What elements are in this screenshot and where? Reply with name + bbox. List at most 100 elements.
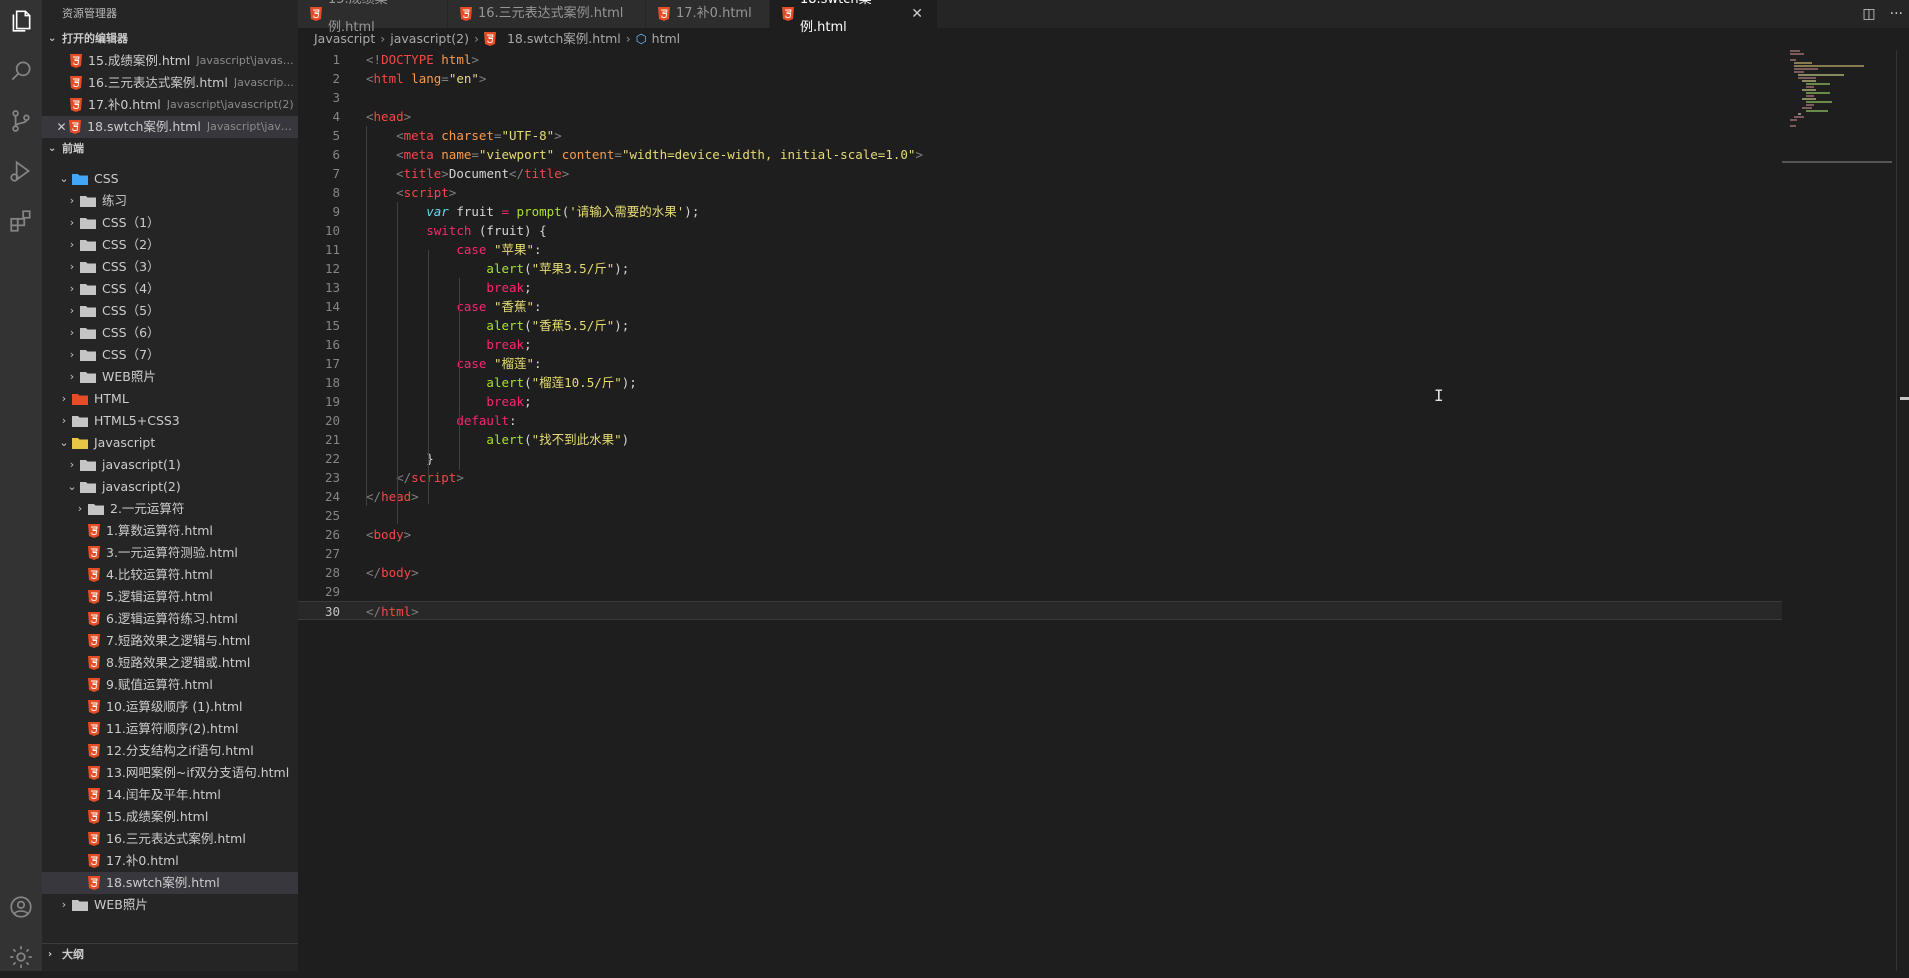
tree-folder-item[interactable]: › HTML <box>42 388 298 410</box>
code-line[interactable]: 25 <box>298 506 1782 525</box>
code-line[interactable]: 17 case "榴莲": <box>298 354 1782 373</box>
code-line[interactable]: 1 <!DOCTYPE html> <box>298 50 1782 69</box>
tree-file-item[interactable]: 4.比较运算符.html <box>42 564 298 586</box>
tree-file-item[interactable]: 16.三元表达式案例.html <box>42 828 298 850</box>
editor-tab[interactable]: 17.补0.html <box>646 0 770 28</box>
tree-file-item[interactable]: 15.成绩案例.html <box>42 806 298 828</box>
tree-file-item[interactable]: 14.闰年及平年.html <box>42 784 298 806</box>
tree-file-item[interactable]: 7.短路效果之逻辑与.html <box>42 630 298 652</box>
html5-file-icon <box>88 810 100 824</box>
breadcrumb-item[interactable]: html <box>652 28 680 50</box>
workspace-header[interactable]: ⌄ 前端 <box>42 138 298 160</box>
tree-folder-item[interactable]: › CSS（7） <box>42 344 298 366</box>
breadcrumb-item[interactable]: Javascript <box>314 28 375 50</box>
account-icon[interactable] <box>0 886 42 928</box>
tree-file-item[interactable]: 9.赋值运算符.html <box>42 674 298 696</box>
close-icon[interactable]: ✕ <box>911 0 923 28</box>
code-line[interactable]: 30 </html> <box>298 601 1782 620</box>
tree-folder-item[interactable]: › CSS（6） <box>42 322 298 344</box>
source-control-icon[interactable] <box>0 100 42 142</box>
open-editor-item[interactable]: ✕ 18.swtch案例.html Javascript\javas... <box>42 116 298 138</box>
tree-file-item[interactable]: 5.逻辑运算符.html <box>42 586 298 608</box>
code-line[interactable]: 14 case "香蕉": <box>298 297 1782 316</box>
tree-folder-item[interactable]: › WEB照片 <box>42 894 298 916</box>
code-line[interactable]: 19 break; <box>298 392 1782 411</box>
tree-folder-item[interactable]: ⌄ CSS <box>42 168 298 190</box>
tree-file-item[interactable]: 12.分支结构之if语句.html <box>42 740 298 762</box>
code-line[interactable]: 5 <meta charset="UTF-8"> <box>298 126 1782 145</box>
tree-file-item[interactable]: 1.算数运算符.html <box>42 520 298 542</box>
code-line[interactable]: 6 <meta name="viewport" content="width=d… <box>298 145 1782 164</box>
code-line[interactable]: 4 <head> <box>298 107 1782 126</box>
code-line[interactable]: 18 alert("榴莲10.5/斤"); <box>298 373 1782 392</box>
open-editor-item[interactable]: 17.补0.html Javascript\javascript(2) <box>42 94 298 116</box>
open-editors-header[interactable]: ⌄ 打开的编辑器 <box>42 28 298 50</box>
tree-folder-item[interactable]: ⌄ javascript(2) <box>42 476 298 498</box>
code-line[interactable]: 2 <html lang="en"> <box>298 69 1782 88</box>
code-line[interactable]: 16 break; <box>298 335 1782 354</box>
breadcrumb-item[interactable]: 18.swtch案例.html <box>507 28 621 50</box>
indent-guide <box>366 126 367 506</box>
tree-folder-item[interactable]: › HTML5+CSS3 <box>42 410 298 432</box>
code-line[interactable]: 22 } <box>298 449 1782 468</box>
code-line[interactable]: 29 <box>298 582 1782 601</box>
close-icon[interactable]: ✕ <box>54 116 69 138</box>
tree-folder-item[interactable]: › CSS（5） <box>42 300 298 322</box>
code-line[interactable]: 13 break; <box>298 278 1782 297</box>
tree-file-item[interactable]: 3.一元运算符测验.html <box>42 542 298 564</box>
tree-folder-item[interactable]: › 练习 <box>42 190 298 212</box>
code-line[interactable]: 26 <body> <box>298 525 1782 544</box>
tree-folder-item[interactable]: › WEB照片 <box>42 366 298 388</box>
tree-file-item[interactable]: 17.补0.html <box>42 850 298 872</box>
files-icon[interactable] <box>0 0 42 42</box>
code-line[interactable]: 11 case "苹果": <box>298 240 1782 259</box>
code-line[interactable]: 8 <script> <box>298 183 1782 202</box>
code-line[interactable]: 21 alert("找不到此水果") <box>298 430 1782 449</box>
code-line[interactable]: 24 </head> <box>298 487 1782 506</box>
breadcrumb-item[interactable]: javascript(2) <box>390 28 469 50</box>
search-icon[interactable] <box>0 50 42 92</box>
minimap[interactable] <box>1782 50 1892 971</box>
editor-tab[interactable]: 16.三元表达式案例.html <box>448 0 646 28</box>
tree-file-item[interactable]: 18.swtch案例.html <box>42 872 298 894</box>
code-line[interactable]: 7 <title>Document</title> <box>298 164 1782 183</box>
tree-folder-item[interactable]: › CSS（3） <box>42 256 298 278</box>
split-editor-icon[interactable]: ◫ <box>1862 6 1875 22</box>
tree-file-item[interactable]: 11.运算符顺序(2).html <box>42 718 298 740</box>
tree-folder-item[interactable]: › javascript(1) <box>42 454 298 476</box>
run-debug-icon[interactable] <box>0 150 42 192</box>
editor-scrollbar[interactable] <box>1896 50 1909 971</box>
code-line[interactable]: 20 default: <box>298 411 1782 430</box>
code-line[interactable]: 3 <box>298 88 1782 107</box>
code-line[interactable]: 15 alert("香蕉5.5/斤"); <box>298 316 1782 335</box>
tree-folder-item[interactable]: › CSS（4） <box>42 278 298 300</box>
settings-gear-icon[interactable] <box>0 936 42 978</box>
outline-header[interactable]: › 大纲 <box>42 943 298 965</box>
tree-item-label: 3.一元运算符测验.html <box>106 545 238 560</box>
open-editor-item[interactable]: 16.三元表达式案例.html Javascrip... <box>42 72 298 94</box>
tree-file-item[interactable]: 13.网吧案例~if双分支语句.html <box>42 762 298 784</box>
open-editor-item[interactable]: 15.成绩案例.html Javascript\javasc... <box>42 50 298 72</box>
tree-item-label: 6.逻辑运算符练习.html <box>106 611 238 626</box>
code-line[interactable]: 23 </script> <box>298 468 1782 487</box>
editor-tab[interactable]: 18.swtch案例.html✕ <box>770 0 938 35</box>
line-number: 29 <box>324 584 340 599</box>
tree-folder-item[interactable]: › 2.一元运算符 <box>42 498 298 520</box>
code-line[interactable]: 27 <box>298 544 1782 563</box>
extensions-icon[interactable] <box>0 200 42 242</box>
tree-file-item[interactable]: 6.逻辑运算符练习.html <box>42 608 298 630</box>
code-text: <!DOCTYPE html> <box>366 52 479 67</box>
tree-folder-item[interactable]: › CSS（1） <box>42 212 298 234</box>
tree-folder-item[interactable]: ⌄ Javascript <box>42 432 298 454</box>
code-line[interactable]: 28 </body> <box>298 563 1782 582</box>
editor-tab[interactable]: 15.成绩案例.html <box>298 0 448 35</box>
code-line[interactable]: 12 alert("苹果3.5/斤"); <box>298 259 1782 278</box>
code-line[interactable]: 9 var fruit = prompt('请输入需要的水果'); <box>298 202 1782 221</box>
code-line[interactable]: 10 switch (fruit) { <box>298 221 1782 240</box>
tree-file-item[interactable]: 8.短路效果之逻辑或.html <box>42 652 298 674</box>
tree-file-item[interactable]: 10.运算级顺序 (1).html <box>42 696 298 718</box>
more-actions-icon[interactable]: ··· <box>1890 6 1903 22</box>
tree-item-label: 12.分支结构之if语句.html <box>106 743 254 758</box>
tree-folder-item[interactable]: › CSS（2） <box>42 234 298 256</box>
code-editor[interactable]: 1 <!DOCTYPE html> 2 <html lang="en"> 3 4 <head… <box>298 50 1782 971</box>
